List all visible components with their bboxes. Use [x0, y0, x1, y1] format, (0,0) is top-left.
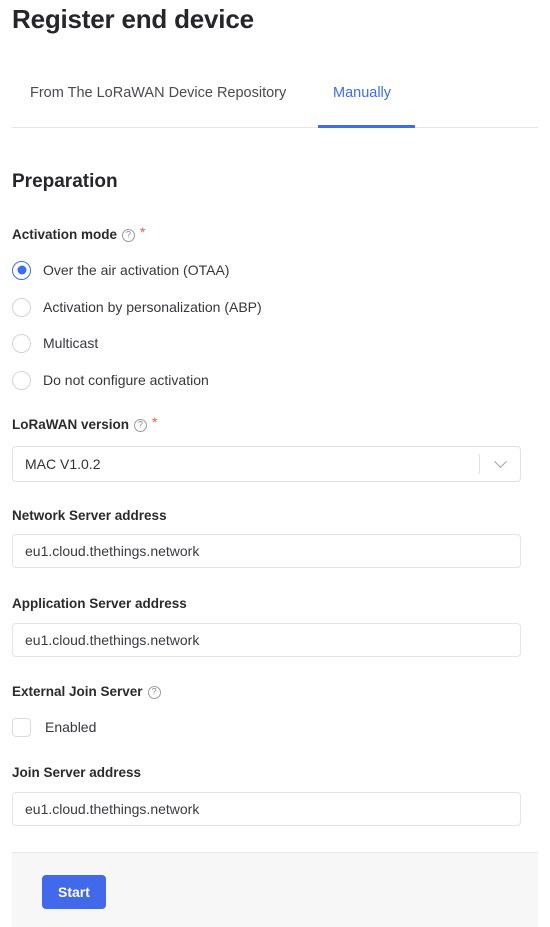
radio-option-multicast[interactable]: Multicast [12, 332, 98, 354]
external-join-server-checkbox[interactable] [12, 717, 31, 737]
form-footer: Start [12, 852, 538, 927]
radio-label-abp: Activation by personalization (ABP) [43, 299, 262, 315]
external-join-server-enabled-row[interactable]: Enabled [12, 716, 96, 738]
radio-label-multicast: Multicast [43, 335, 99, 351]
lorawan-version-label: LoRaWAN version * [12, 414, 158, 434]
network-server-address-input[interactable] [12, 534, 521, 568]
radio-indicator-do-not-configure[interactable] [12, 370, 31, 390]
radio-option-abp[interactable]: Activation by personalization (ABP) [12, 296, 262, 318]
required-asterisk: * [152, 414, 158, 430]
active-tab-indicator [318, 125, 415, 128]
radio-indicator-abp[interactable] [12, 297, 31, 317]
external-join-server-label: External Join Server [12, 683, 161, 701]
radio-indicator-multicast[interactable] [12, 333, 31, 353]
page-title: Register end device [12, 4, 254, 34]
lorawan-version-value: MAC V1.0.2 [25, 456, 101, 472]
activation-mode-label-text: Activation mode [12, 227, 118, 242]
question-circle-icon[interactable] [147, 685, 161, 699]
external-join-server-checkbox-label: Enabled [45, 719, 97, 735]
chevron-down-icon[interactable] [480, 447, 520, 481]
external-join-server-label-text: External Join Server [12, 684, 143, 699]
preparation-heading: Preparation [12, 171, 118, 192]
lorawan-version-select[interactable]: MAC V1.0.2 [12, 446, 521, 482]
question-circle-icon[interactable] [134, 418, 148, 432]
radio-label-otaa: Over the air activation (OTAA) [43, 262, 230, 278]
radio-indicator-otaa[interactable] [12, 260, 31, 280]
radio-option-do-not-configure[interactable]: Do not configure activation [12, 369, 209, 391]
tab-bar: From The LoRaWAN Device Repository Manua… [12, 84, 538, 128]
tab-manually[interactable]: Manually [333, 84, 391, 124]
question-circle-icon[interactable] [122, 228, 136, 242]
tab-from-device-repository[interactable]: From The LoRaWAN Device Repository [30, 84, 286, 124]
application-server-address-label: Application Server address [12, 595, 187, 613]
lorawan-version-label-text: LoRaWAN version [12, 417, 130, 432]
join-server-address-label-text: Join Server address [12, 765, 142, 780]
application-server-address-label-text: Application Server address [12, 596, 187, 611]
application-server-address-input[interactable] [12, 623, 521, 657]
activation-mode-label: Activation mode * [12, 224, 146, 244]
radio-label-do-not-configure: Do not configure activation [43, 372, 209, 388]
required-asterisk: * [140, 224, 146, 240]
join-server-address-label: Join Server address [12, 764, 141, 782]
join-server-address-input[interactable] [12, 792, 521, 826]
radio-option-otaa[interactable]: Over the air activation (OTAA) [12, 259, 229, 281]
network-server-address-label-text: Network Server address [12, 508, 167, 523]
start-button[interactable]: Start [42, 875, 106, 909]
network-server-address-label: Network Server address [12, 507, 167, 525]
